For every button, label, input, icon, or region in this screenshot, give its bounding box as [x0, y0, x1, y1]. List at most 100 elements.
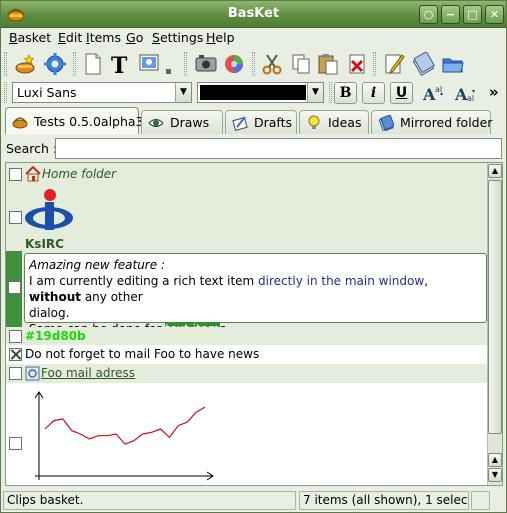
- toolbar-grip[interactable]: [4, 52, 7, 76]
- scroll-thumb[interactable]: [488, 180, 502, 434]
- tab-label: Drafts: [254, 115, 293, 130]
- scroll-down-button[interactable]: ▼: [488, 468, 502, 482]
- edit-icon[interactable]: [382, 52, 406, 76]
- tab-label: Ideas: [328, 115, 362, 130]
- vertical-scrollbar[interactable]: ▲ ▲ ▼: [487, 163, 502, 485]
- tab-mirrored-folder[interactable]: Mirrored folder: [371, 110, 492, 134]
- attach-icon[interactable]: [411, 52, 435, 76]
- status-bar: Clips basket. 7 items (all shown), 1 sel…: [1, 489, 506, 512]
- basket-content: Home folder KsIRC Amazing new feature : …: [5, 162, 503, 486]
- item-checkbox[interactable]: [9, 168, 22, 181]
- image-icon[interactable]: [137, 52, 161, 76]
- rich-title: Amazing new feature :: [29, 258, 165, 272]
- ksirc-label: KsIRC: [25, 237, 64, 251]
- tab-draws[interactable]: Draws: [141, 110, 223, 134]
- menu-label: dit: [65, 30, 83, 45]
- text-icon[interactable]: T: [108, 52, 132, 76]
- format-toolbar: Luxi Sans ▼ ▼ B i U A al A al »: [1, 79, 506, 106]
- search-label: Search :: [6, 141, 58, 156]
- item-checkbox-checked[interactable]: [9, 348, 22, 361]
- menu-bar: Basket Edit Items Go Settings Help: [1, 28, 506, 49]
- menu-basket[interactable]: Basket: [9, 30, 51, 45]
- open-folder-icon[interactable]: [441, 52, 465, 76]
- font-value: Luxi Sans: [17, 85, 77, 100]
- maximize-button[interactable]: □: [463, 5, 482, 24]
- menu-label: ettings: [159, 30, 204, 45]
- list-item[interactable]: #19d80b: [6, 327, 488, 345]
- sticky-button[interactable]: ○: [419, 5, 438, 24]
- item-checkbox[interactable]: [8, 281, 21, 294]
- tab-tests[interactable]: Tests 0.5.0alpha3: [5, 107, 144, 134]
- ksirc-icon: [25, 189, 73, 230]
- basket-properties-icon[interactable]: [43, 52, 67, 76]
- tab-ideas[interactable]: Ideas: [299, 110, 369, 134]
- list-item[interactable]: Foo mail adress: [6, 364, 488, 383]
- color-picker-icon[interactable]: [222, 52, 246, 76]
- menu-go[interactable]: Go: [126, 30, 143, 45]
- color-item: #19d80b: [25, 329, 86, 343]
- list-item[interactable]: Amazing new feature : I am currently edi…: [6, 251, 488, 336]
- menu-edit[interactable]: Edit: [58, 30, 82, 45]
- item-checkbox[interactable]: [9, 211, 22, 224]
- text-span-blue: directly in the main window: [258, 274, 425, 288]
- svg-text:T: T: [111, 53, 128, 76]
- sketch-drawing: [34, 391, 214, 481]
- mail-link[interactable]: Foo mail adress: [41, 366, 135, 380]
- paste-icon[interactable]: [316, 52, 340, 76]
- color-combobox[interactable]: ▼: [197, 82, 324, 103]
- menu-label: o: [135, 30, 144, 45]
- menu-help[interactable]: Help: [206, 30, 235, 45]
- eye-icon: [148, 119, 164, 127]
- underline-button[interactable]: U: [390, 82, 413, 104]
- italic-button[interactable]: i: [362, 82, 385, 104]
- bold-button[interactable]: B: [334, 82, 357, 104]
- tab-label: Tests 0.5.0alpha3: [34, 114, 144, 129]
- toolbar-grip[interactable]: [4, 82, 7, 103]
- basket-icon: [12, 117, 28, 129]
- menu-mnemonic: S: [152, 30, 160, 45]
- scroll-up-button[interactable]: ▲: [488, 164, 502, 178]
- cut-icon[interactable]: [260, 52, 284, 76]
- svg-text:A: A: [422, 85, 436, 104]
- minimize-button[interactable]: −: [441, 5, 460, 24]
- font-combobox[interactable]: Luxi Sans ▼: [12, 82, 192, 103]
- increase-font-size-icon[interactable]: A al: [421, 82, 447, 104]
- list-item[interactable]: Home folder: [6, 163, 488, 185]
- home-icon: [25, 166, 41, 182]
- menu-settings[interactable]: Settings: [152, 30, 203, 45]
- copy-icon[interactable]: [289, 52, 313, 76]
- toolbar-separator: [184, 52, 187, 76]
- item-checkbox[interactable]: [9, 437, 22, 450]
- chevron-down-icon[interactable]: ▼: [175, 83, 191, 102]
- list-item[interactable]: [6, 383, 488, 485]
- tab-drafts[interactable]: Drafts: [225, 110, 297, 134]
- todo-text: Do not forget to mail Foo to have news: [25, 347, 260, 361]
- chevron-down-icon[interactable]: ▼: [307, 83, 323, 102]
- menu-items[interactable]: Items: [86, 30, 121, 45]
- status-count: 7 items (all shown), 1 selected: [299, 491, 469, 510]
- home-folder-link[interactable]: Home folder: [42, 167, 116, 181]
- toolbar-separator: [329, 82, 332, 103]
- text-span-bold: without: [29, 290, 82, 304]
- screenshot-icon[interactable]: [194, 52, 218, 76]
- decrease-font-size-icon[interactable]: A al: [453, 82, 479, 104]
- new-basket-icon[interactable]: [13, 52, 37, 76]
- sketch-line: [44, 406, 206, 445]
- menu-mnemonic: G: [126, 30, 136, 45]
- list-item[interactable]: Do not forget to mail Foo to have news: [6, 345, 488, 364]
- rich-text-editor[interactable]: Amazing new feature : I am currently edi…: [24, 253, 487, 336]
- close-button[interactable]: ✕: [485, 5, 504, 24]
- new-note-icon[interactable]: [81, 52, 105, 76]
- item-checkbox[interactable]: [9, 367, 22, 380]
- item-checkbox[interactable]: [9, 330, 22, 343]
- delete-icon[interactable]: [345, 52, 369, 76]
- title-bar[interactable]: BasKet ○ − □ ✕: [1, 1, 506, 28]
- small-icon[interactable]: [161, 52, 175, 76]
- list-item[interactable]: KsIRC: [6, 185, 488, 251]
- svg-text:al: al: [467, 94, 474, 103]
- search-input[interactable]: [55, 138, 502, 159]
- more-actions-button[interactable]: »: [489, 83, 499, 101]
- basket-tabs: Tests 0.5.0alpha3 Draws Drafts Ideas Mir…: [1, 107, 506, 134]
- drafts-icon: [232, 116, 248, 131]
- scroll-up-button-lower[interactable]: ▲: [488, 453, 502, 467]
